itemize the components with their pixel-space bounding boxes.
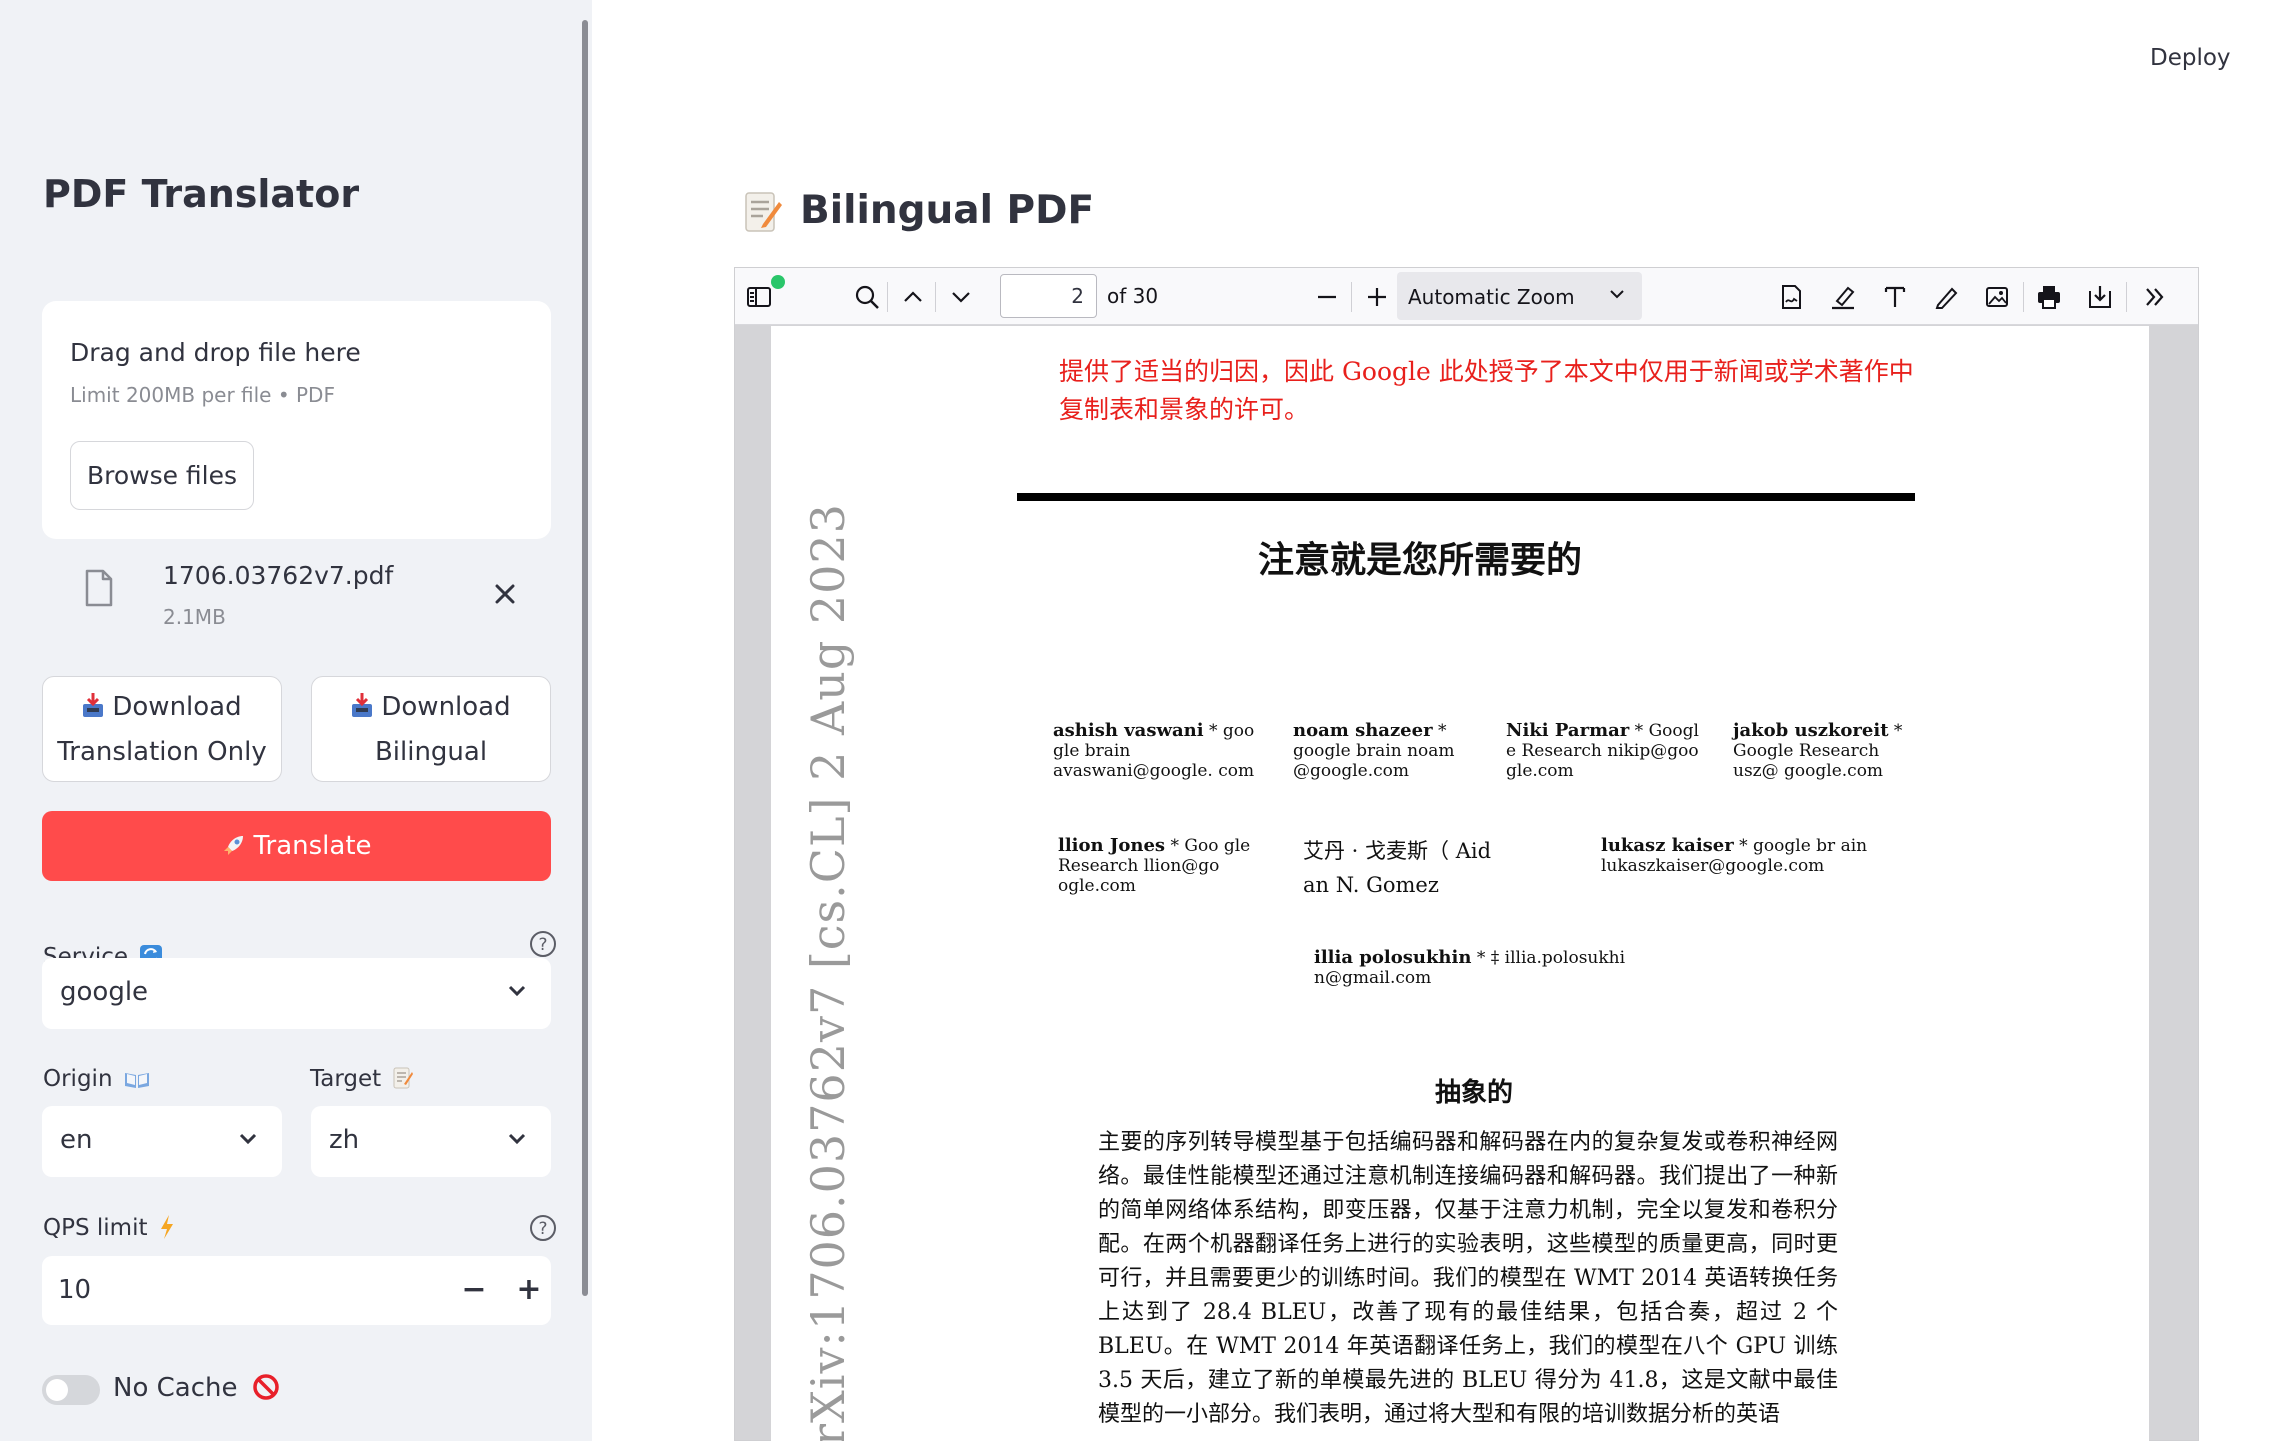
- pdf-viewer: 2 of 30 Automatic Zoom 提供了适当的归因，因此 Googl…: [734, 267, 2199, 1441]
- author-block: 艾丹 · 戈麦斯（ Aid an N. Gomez: [1303, 839, 1492, 897]
- author-block: ashish vaswani * goo gle brain avaswani@…: [1053, 720, 1255, 782]
- title-rule: [1017, 493, 1915, 501]
- help-icon[interactable]: ?: [529, 930, 557, 958]
- memo-icon: [745, 192, 782, 232]
- zoom-select[interactable]: Automatic Zoom: [1397, 272, 1642, 320]
- help-icon[interactable]: ?: [529, 1214, 557, 1242]
- app-title: PDF Translator: [43, 172, 360, 216]
- download-translation-only-button[interactable]: Download Translation Only: [42, 676, 282, 782]
- file-name: 1706.03762v7.pdf: [163, 561, 394, 590]
- no-cache-label: No Cache: [113, 1373, 280, 1403]
- qps-increment-button[interactable]: +: [509, 1270, 549, 1310]
- chevron-down-icon: [239, 1133, 257, 1145]
- prohibited-icon: [253, 1374, 279, 1400]
- qps-decrement-button[interactable]: −: [454, 1270, 494, 1310]
- target-label: Target: [310, 1066, 414, 1092]
- target-value: zh: [329, 1125, 360, 1155]
- abstract-body: 主要的序列转导模型基于包括编码器和解码器在内的复杂复发或卷积神经网络。最佳性能模…: [1098, 1130, 1838, 1427]
- download-translation-line1: Download: [112, 692, 242, 722]
- upload-limit-text: Limit 200MB per file • PDF: [70, 383, 335, 407]
- arxiv-stamp: rXiv:1706.03762v7 [cs.CL] 2 Aug 2023: [801, 503, 855, 1441]
- origin-label: Origin: [43, 1066, 150, 1092]
- qps-value: 10: [58, 1275, 92, 1305]
- highlight-icon[interactable]: [1829, 283, 1857, 311]
- open-book-icon: [124, 1073, 149, 1088]
- download-translation-line2: Translation Only: [57, 737, 267, 767]
- add-text-icon[interactable]: [1881, 283, 1909, 311]
- chevron-down-icon: [508, 985, 526, 997]
- service-select[interactable]: google: [42, 958, 551, 1029]
- print-icon[interactable]: [2035, 283, 2063, 311]
- inbox-tray-icon: [352, 693, 373, 717]
- svg-text:?: ?: [538, 935, 547, 955]
- paper-title: 注意就是您所需要的: [1257, 539, 1582, 581]
- translate-label: Translate: [253, 831, 372, 861]
- page-count: of 30: [1107, 284, 1159, 308]
- zoom-in-icon[interactable]: [1363, 283, 1391, 311]
- page-title: Bilingual PDF: [800, 188, 1095, 233]
- tools-menu-icon[interactable]: [2141, 283, 2169, 311]
- download-bilingual-line2: Bilingual: [374, 737, 488, 767]
- translate-button[interactable]: Translate: [42, 811, 551, 881]
- author-block: jakob uszkoreit * Google Research usz@ g…: [1733, 720, 1903, 782]
- zoom-out-icon[interactable]: [1313, 283, 1341, 311]
- chevron-down-icon: [1610, 290, 1624, 299]
- next-page-icon[interactable]: [947, 283, 975, 311]
- svg-text:?: ?: [538, 1219, 547, 1239]
- memo-icon: [393, 1067, 414, 1089]
- file-icon: [85, 569, 113, 607]
- rocket-icon: [224, 836, 244, 855]
- sidebar: PDF Translator Drag and drop file here L…: [0, 0, 592, 1441]
- service-value: google: [60, 977, 149, 1007]
- chevron-down-icon: [508, 1133, 526, 1145]
- pdf-page: 提供了适当的归因，因此 Google 此处授予了本文中仅用于新闻或学术著作中复制…: [771, 326, 2149, 1441]
- page-number-input[interactable]: 2: [1000, 274, 1097, 318]
- pdf-toolbar: 2 of 30 Automatic Zoom: [735, 268, 2198, 325]
- inbox-tray-icon: [83, 693, 104, 717]
- file-uploader-dropzone[interactable]: Drag and drop file here Limit 200MB per …: [42, 301, 551, 539]
- add-image-icon[interactable]: [1983, 283, 2011, 311]
- uploaded-file: 1706.03762v7.pdf 2.1MB: [42, 545, 551, 635]
- notification-dot: [771, 275, 785, 289]
- download-bilingual-button[interactable]: Download Bilingual: [311, 676, 551, 782]
- author-block: lukasz kaiser * google br ain lukaszkais…: [1601, 835, 1868, 877]
- remove-file-icon[interactable]: [490, 579, 520, 609]
- deploy-button[interactable]: Deploy: [2150, 45, 2231, 71]
- add-signature-icon[interactable]: [1777, 283, 1805, 311]
- translated-notice: 提供了适当的归因，因此 Google 此处授予了本文中仅用于新闻或学术著作中复制…: [1059, 357, 1914, 424]
- toggle-knob: [46, 1379, 68, 1401]
- sidebar-toggle-icon[interactable]: [745, 283, 773, 311]
- zoom-value: Automatic Zoom: [1408, 285, 1575, 309]
- save-icon[interactable]: [2086, 283, 2114, 311]
- author-block: illia polosukhin * ‡ illia.polosukhi n@g…: [1314, 947, 1626, 989]
- author-block: llion Jones * Goo gle Research llion@go …: [1058, 835, 1251, 897]
- origin-language-select[interactable]: en: [42, 1106, 282, 1177]
- origin-value: en: [60, 1125, 93, 1155]
- lightning-icon: [160, 1215, 173, 1239]
- browse-files-button[interactable]: Browse files: [70, 441, 254, 510]
- draw-icon[interactable]: [1932, 283, 1960, 311]
- file-size: 2.1MB: [163, 605, 226, 629]
- no-cache-toggle[interactable]: [42, 1375, 100, 1405]
- download-bilingual-line1: Download: [381, 692, 511, 722]
- author-block: Niki Parmar * Googl e Research nikip@goo…: [1506, 720, 1699, 782]
- qps-number-input[interactable]: 10 − +: [42, 1256, 551, 1325]
- target-language-select[interactable]: zh: [311, 1106, 551, 1177]
- sidebar-scrollbar[interactable]: [582, 20, 588, 1296]
- previous-page-icon[interactable]: [899, 283, 927, 311]
- qps-label: QPS limit: [43, 1214, 175, 1241]
- author-block: noam shazeer * google brain noam @google…: [1293, 720, 1455, 782]
- drag-drop-text: Drag and drop file here: [70, 338, 361, 367]
- search-icon[interactable]: [853, 283, 881, 311]
- abstract-heading: 抽象的: [1434, 1078, 1513, 1108]
